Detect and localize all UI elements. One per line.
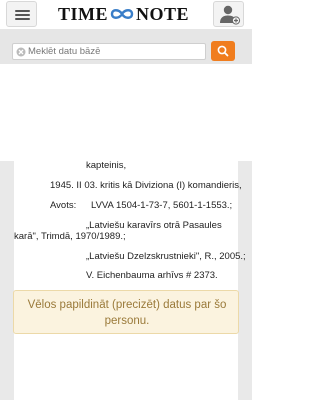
top-bar: TIME NOTE: [0, 0, 252, 30]
right-gutter: [238, 161, 252, 400]
clear-x-icon[interactable]: [16, 47, 26, 57]
source-item: „Latviešu Dzelzskrustnieki", R., 2005.;: [86, 251, 246, 262]
source-item: karā", Trimdā, 1970/1989.;: [14, 231, 126, 242]
source-item: LVVA 1504-1-73-7, 5601-1-1553.;: [91, 200, 233, 211]
hamburger-menu-icon: [15, 10, 30, 12]
search-icon: [217, 45, 229, 57]
logo[interactable]: TIME NOTE: [58, 3, 189, 25]
add-data-notice[interactable]: Vēlos papildināt (precizēt) datus par šo…: [13, 290, 239, 334]
search-input[interactable]: Meklēt datu bāzē: [12, 43, 206, 60]
search-placeholder: Meklēt datu bāzē: [28, 46, 101, 57]
search-button[interactable]: [211, 41, 235, 61]
source-item: „Latviešu karavīrs otrā Pasaules: [86, 220, 222, 231]
record-rank: kapteinis,: [86, 160, 127, 171]
ad-space: [0, 64, 252, 161]
record-event: 1945. II 03. kritis kā Diviziona (I) kom…: [50, 180, 242, 191]
left-gutter: [0, 161, 14, 400]
logo-text-right: NOTE: [136, 3, 190, 24]
user-add-icon: [220, 5, 241, 25]
sources-label: Avots:: [50, 200, 77, 211]
notice-text: Vēlos papildināt (precizēt) datus par šo…: [27, 299, 227, 327]
user-account-button[interactable]: [213, 1, 244, 27]
source-item: V. Eichenbauma arhīvs # 2373.: [86, 270, 218, 281]
menu-button[interactable]: [6, 1, 37, 27]
logo-text-left: TIME: [58, 3, 109, 24]
infinity-logo-icon: [110, 9, 134, 19]
